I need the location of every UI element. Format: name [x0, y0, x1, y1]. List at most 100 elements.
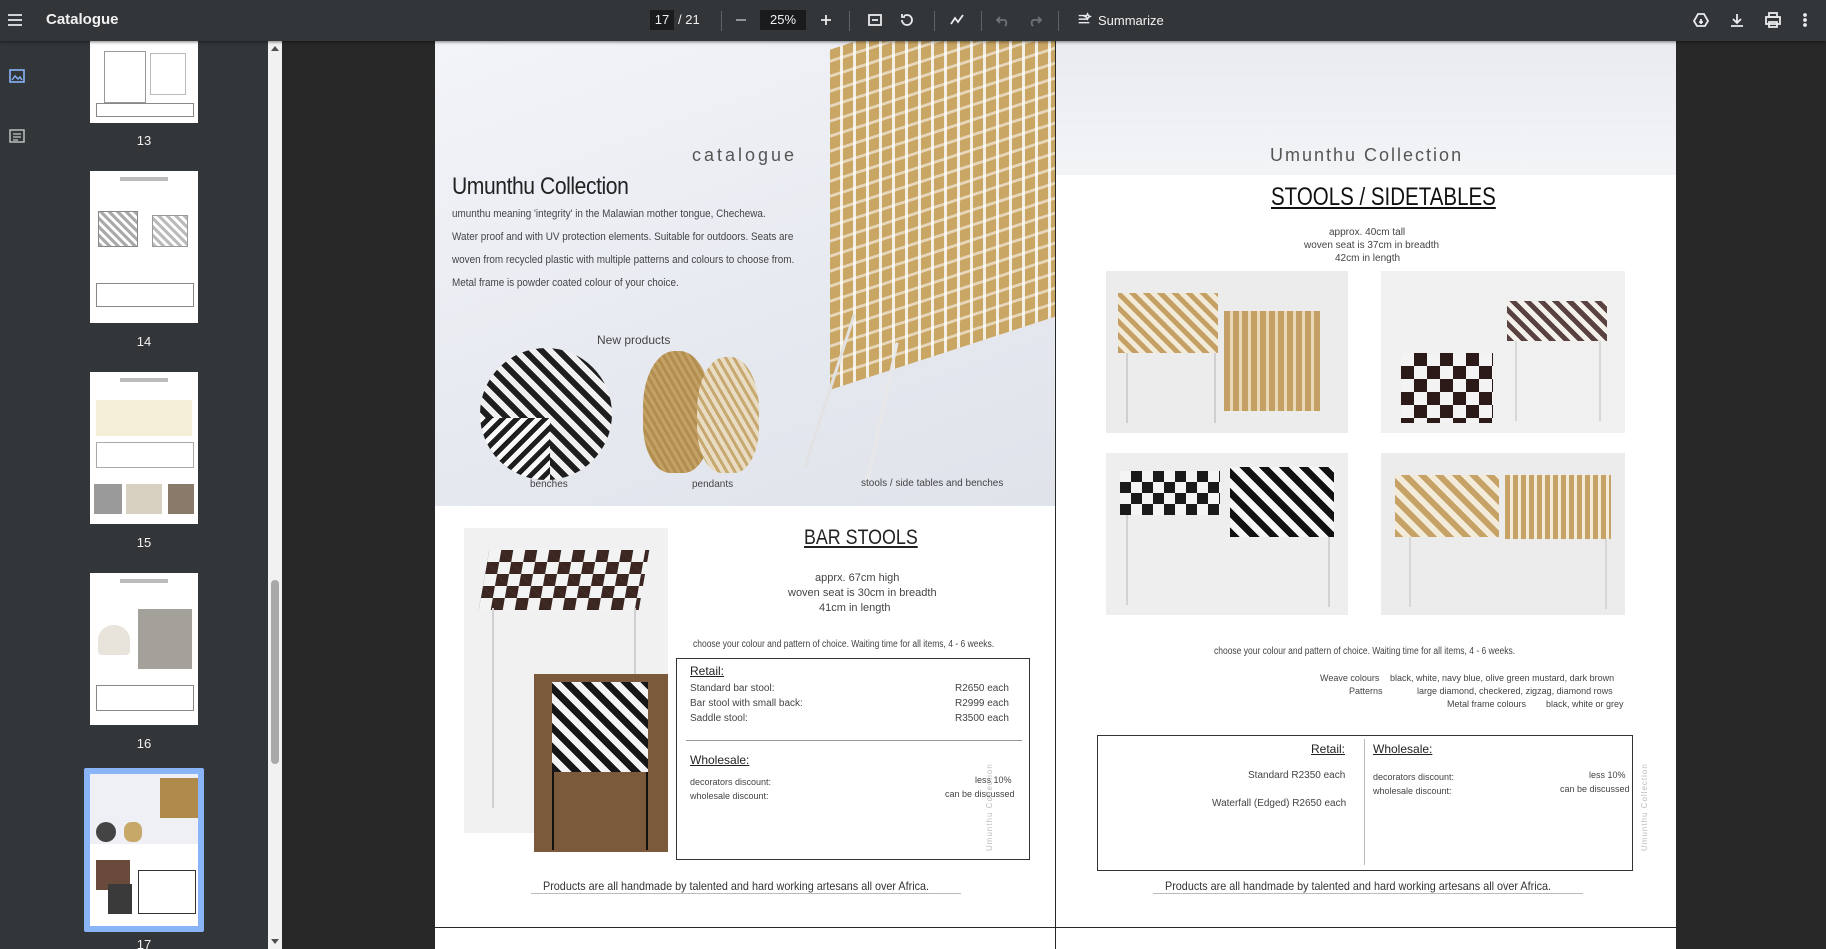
retail-price: Standard R2350 each: [1248, 770, 1346, 781]
wholesale-term: decorators discount:: [690, 777, 772, 787]
retail-item-name: Bar stool with small back:: [690, 698, 803, 709]
thumbnail-sidebar: 13 14 15 16 17: [34, 41, 268, 949]
bar-stools-title: BAR STOOLS: [804, 526, 918, 549]
download-icon[interactable]: [1723, 6, 1751, 34]
pendant-photo: [697, 357, 759, 473]
sidebar-scroll-thumb[interactable]: [271, 580, 279, 764]
scroll-down-arrow-icon[interactable]: [271, 939, 279, 944]
retail-item-price: R2999 each: [955, 698, 1009, 709]
footer-rule: [531, 893, 961, 894]
retail-label: Retail:: [1311, 742, 1346, 756]
retail-item-name: Standard bar stool:: [690, 683, 775, 694]
stool-photo: [1381, 453, 1625, 615]
wholesale-term: wholesale discount:: [1373, 786, 1452, 796]
drive-save-icon[interactable]: [1687, 6, 1715, 34]
zoom-input[interactable]: 25%: [760, 10, 806, 30]
wholesale-label: Wholesale:: [690, 753, 750, 767]
toolbar-divider: [721, 11, 722, 31]
menu-icon[interactable]: [1, 6, 29, 34]
page-thumbnail[interactable]: [90, 41, 198, 123]
sidebar-scrollbar[interactable]: [268, 41, 282, 949]
wholesale-value: less 10%: [1589, 770, 1626, 780]
pdf-page-right: Umunthu Collection STOOLS / SIDETABLES a…: [1056, 41, 1676, 927]
waiting-time-note: choose your colour and pattern of choice…: [1214, 646, 1516, 657]
redo-icon[interactable]: [1021, 6, 1049, 34]
page-number-input[interactable]: 17: [650, 10, 674, 30]
wholesale-term: decorators discount:: [1373, 772, 1455, 782]
frame-colours-label: Metal frame colours: [1447, 699, 1527, 709]
document-title: Catalogue: [46, 11, 119, 28]
pdf-page-left: catalogue Umunthu Collection umunthu mea…: [435, 41, 1055, 927]
page-total: / 21: [678, 12, 700, 27]
retail-price: Waterfall (Edged) R2650 each: [1212, 798, 1347, 809]
wholesale-value: can be discussed: [945, 789, 1015, 799]
stools-caption: stools / side tables and benches: [861, 478, 1004, 489]
draw-icon[interactable]: [943, 6, 971, 34]
toolbar-divider: [849, 11, 850, 31]
print-icon[interactable]: [1759, 6, 1787, 34]
summarize-label: Summarize: [1098, 12, 1164, 28]
toolbar-divider: [934, 11, 935, 31]
footer-rule: [1153, 893, 1583, 894]
toolbar-divider: [981, 11, 982, 31]
fit-page-icon[interactable]: [861, 6, 889, 34]
catalogue-word: catalogue: [692, 145, 798, 165]
stool-spec: approx. 40cm tall: [1329, 227, 1406, 238]
pendants-caption: pendants: [692, 479, 734, 490]
page-footer-text: Products are all handmade by talented an…: [1165, 879, 1552, 893]
patterns-label: Patterns: [1349, 686, 1383, 696]
retail-item-price: R3500 each: [955, 713, 1009, 724]
benches-caption: benches: [530, 479, 568, 490]
more-options-icon[interactable]: [1791, 6, 1819, 34]
weave-colours-label: Weave colours: [1320, 673, 1380, 683]
thumbnail-label: 16: [136, 736, 152, 751]
pricing-divider: [1364, 739, 1365, 865]
new-products-label: New products: [597, 333, 671, 347]
bar-stool-spec: woven seat is 30cm in breadth: [788, 587, 937, 599]
zoom-out-button[interactable]: [727, 6, 755, 34]
thumbnail-label: 15: [136, 535, 152, 550]
stool-spec: 42cm in length: [1335, 253, 1401, 264]
waiting-time-note: choose your colour and pattern of choice…: [693, 639, 995, 650]
bar-stool-spec: apprx. 67cm high: [815, 572, 900, 584]
retail-item-name: Saddle stool:: [690, 713, 748, 724]
description-line: woven from recycled plastic with multipl…: [452, 254, 795, 266]
stool-spec: woven seat is 37cm in breadth: [1304, 240, 1440, 251]
thumbnail-label: 17: [136, 937, 152, 949]
scroll-up-arrow-icon[interactable]: [271, 46, 279, 51]
page-thumbnail-current[interactable]: [90, 774, 198, 926]
pdf-page-next: [1056, 928, 1676, 949]
page-thumbnail[interactable]: [90, 372, 198, 524]
summarize-button[interactable]: Summarize: [1076, 12, 1164, 28]
zoom-in-button[interactable]: [812, 6, 840, 34]
description-line: Water proof and with UV protection eleme…: [452, 231, 794, 243]
wholesale-term: wholesale discount:: [690, 791, 769, 801]
page-side-text: Umunthu Collection: [1640, 763, 1649, 851]
outline-view-icon[interactable]: [8, 127, 26, 145]
frame-colours-value: black, white or grey: [1546, 699, 1624, 709]
stool-photo: [1381, 271, 1625, 433]
benches-photo: [480, 348, 612, 480]
retail-label: Retail:: [690, 664, 725, 678]
document-viewer[interactable]: catalogue Umunthu Collection umunthu mea…: [282, 41, 1826, 949]
saddle-stool-photo: [534, 674, 668, 852]
undo-icon[interactable]: [989, 6, 1017, 34]
pricing-box: [1097, 735, 1633, 871]
page-side-text: Umunthu Collection: [985, 763, 994, 851]
thumbnail-label: 13: [136, 133, 152, 148]
thumbnail-label: 14: [136, 334, 152, 349]
description-line: Metal frame is powder coated colour of y…: [452, 277, 679, 289]
stools-title: STOOLS / SIDETABLES: [1271, 183, 1496, 211]
page-thumbnail[interactable]: [90, 171, 198, 323]
pdf-toolbar: Catalogue 17 / 21 25% Summarize: [0, 0, 1826, 41]
toolbar-divider: [1058, 11, 1059, 31]
rotate-icon[interactable]: [893, 6, 921, 34]
page-thumbnail[interactable]: [90, 573, 198, 725]
weave-colours-value: black, white, navy blue, olive green mus…: [1390, 673, 1615, 683]
pricing-divider: [686, 740, 1022, 741]
description-line: umunthu meaning 'integrity' in the Malaw…: [452, 208, 766, 220]
pdf-page-next: [435, 928, 1055, 949]
patterns-value: large diamond, checkered, zigzag, diamon…: [1417, 686, 1613, 696]
summarize-icon: [1078, 12, 1092, 24]
thumbnails-view-icon[interactable]: [8, 67, 26, 85]
